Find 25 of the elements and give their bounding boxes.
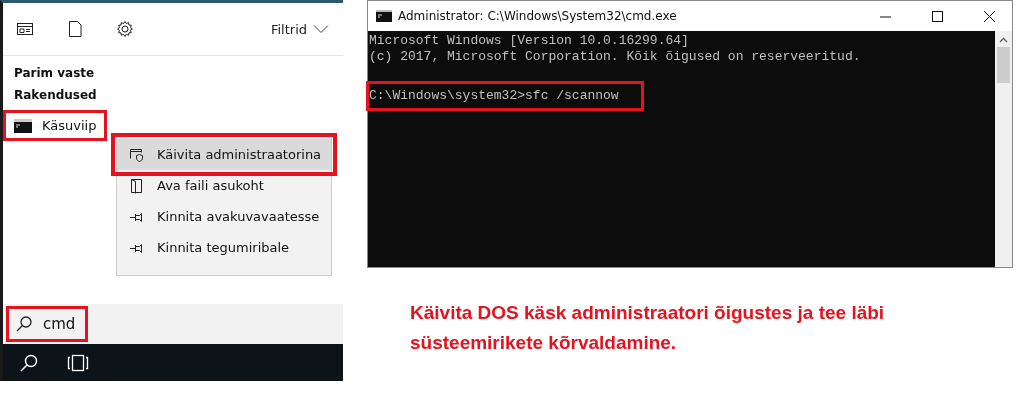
console-line: (c) 2017, Microsoft Corporation. Kõik õigused on reserveeritud. [369, 49, 862, 65]
search-icon[interactable] [19, 352, 39, 373]
terminal-icon [376, 10, 392, 22]
close-icon [983, 10, 995, 22]
filter-dropdown[interactable]: Filtrid [270, 21, 329, 37]
document-icon [129, 177, 145, 194]
terminal-icon [14, 118, 32, 133]
settings-icon[interactable] [115, 19, 135, 39]
menu-item[interactable]: Ava faili asukoht [117, 170, 331, 201]
maximize-icon [931, 10, 943, 22]
menu-item[interactable]: Kinnita tegumiribale [117, 232, 331, 263]
scroll-thumb[interactable] [997, 47, 1010, 83]
section-heading: Parim vaste [14, 66, 96, 80]
chevron-icon [313, 24, 329, 34]
section-heading: Rakendused [14, 88, 98, 102]
search-field[interactable]: cmd [6, 306, 89, 342]
search-icon [15, 315, 33, 333]
scrollbar[interactable] [995, 31, 1012, 267]
shield-window-icon [129, 146, 145, 163]
window-title: Administrator: C:\Windows\System32\cmd.exe [398, 9, 678, 23]
console-line: Microsoft Windows [Version 10.0.16299.64] [369, 33, 690, 49]
menu-item[interactable]: Kinnita avakuvavaatesse [117, 201, 331, 232]
task-view-icon[interactable] [67, 353, 89, 372]
caption: Käivita DOS käsk administraatori õigustes ja tee läbi süsteemirikete kõrvaldamine. [410, 301, 886, 355]
app-result[interactable]: Käsuviip [3, 110, 108, 141]
